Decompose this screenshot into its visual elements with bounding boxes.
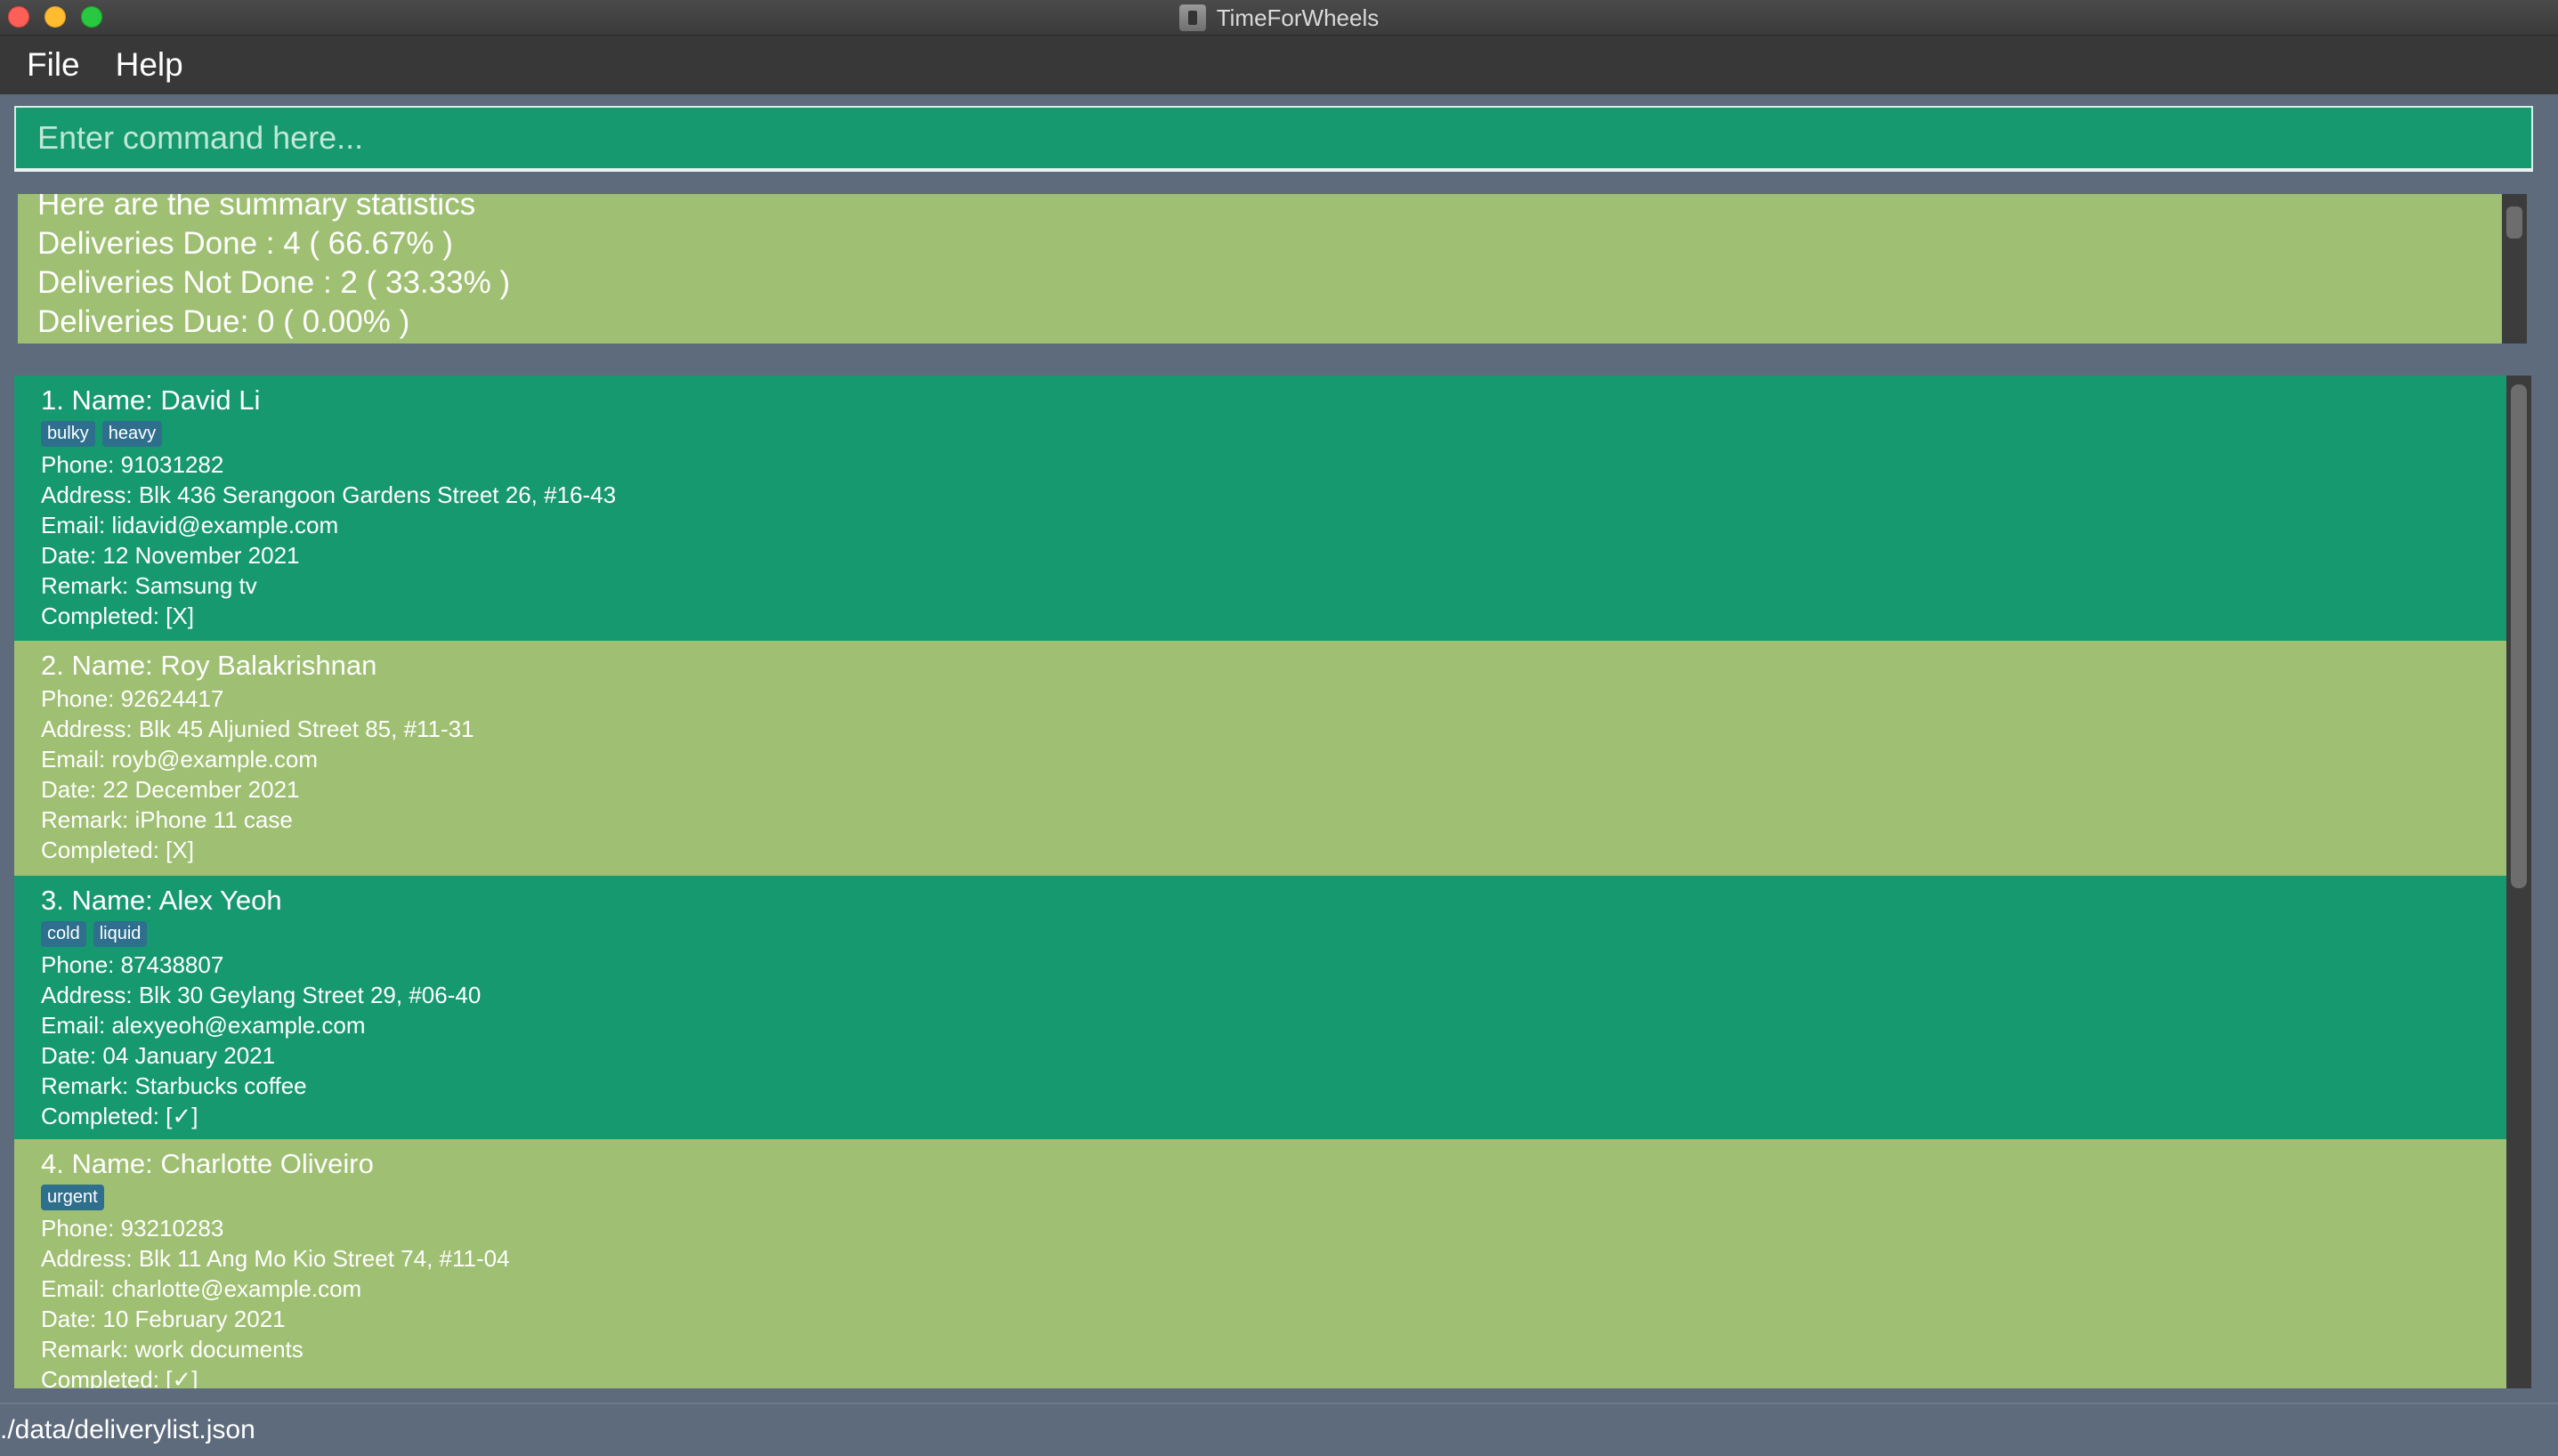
list-scrollbar-thumb[interactable] (2511, 384, 2527, 888)
delivery-phone: Phone: 87438807 (41, 951, 224, 978)
delivery-address: Address: Blk 45 Aljunied Street 85, #11-… (41, 716, 474, 742)
delivery-address: Address: Blk 436 Serangoon Gardens Stree… (41, 481, 617, 508)
delivery-remark: Remark: iPhone 11 case (41, 806, 293, 833)
delivery-card[interactable]: 2. Name: Roy Balakrishnan Phone: 9262441… (14, 641, 2506, 876)
result-scrollbar[interactable] (2502, 194, 2527, 344)
delivery-date: Date: 04 January 2021 (41, 1042, 276, 1069)
delivery-title: 4. Name: Charlotte Oliveiro (41, 1148, 374, 1179)
data-file-path: ./data/deliverylist.json (0, 1415, 255, 1444)
menu-help[interactable]: Help (116, 46, 183, 84)
delivery-card[interactable]: 1. Name: David Li bulky heavy Phone: 910… (14, 376, 2506, 641)
title-bar: TimeForWheels (0, 0, 2558, 36)
tag: urgent (41, 1185, 104, 1210)
delivery-date: Date: 10 February 2021 (41, 1306, 286, 1332)
result-line: Here are the summary statistics (37, 194, 476, 222)
window-title: TimeForWheels (1216, 4, 1380, 31)
delivery-address: Address: Blk 30 Geylang Street 29, #06-4… (41, 982, 482, 1008)
delivery-completed: Completed: [X] (41, 603, 194, 629)
result-scrollbar-thumb[interactable] (2506, 206, 2522, 239)
delivery-date: Date: 12 November 2021 (41, 542, 300, 569)
result-display-pane: Here are the summary statistics Deliveri… (0, 182, 2558, 356)
delivery-title: 2. Name: Roy Balakrishnan (41, 650, 377, 681)
command-pane: Enter command here... (0, 94, 2558, 182)
delivery-completed: Completed: [✓] (41, 1103, 198, 1129)
result-line: Deliveries Due: 0 ( 0.00% ) (37, 304, 410, 339)
delivery-list: 1. Name: David Li bulky heavy Phone: 910… (14, 376, 2506, 1388)
tag: cold (41, 921, 86, 947)
delivery-address: Address: Blk 11 Ang Mo Kio Street 74, #1… (41, 1245, 510, 1272)
delivery-list-pane: 1. Name: David Li bulky heavy Phone: 910… (0, 356, 2558, 1403)
result-display: Here are the summary statistics Deliveri… (18, 194, 2502, 344)
delivery-card[interactable]: 4. Name: Charlotte Oliveiro urgent Phone… (14, 1139, 2506, 1388)
delivery-completed: Completed: [X] (41, 837, 194, 863)
delivery-email: Email: alexyeoh@example.com (41, 1012, 366, 1039)
delivery-remark: Remark: Samsung tv (41, 572, 257, 599)
result-line: Deliveries Done : 4 ( 66.67% ) (37, 226, 453, 261)
window-title-group: TimeForWheels (0, 0, 2558, 36)
delivery-card[interactable]: 3. Name: Alex Yeoh cold liquid Phone: 87… (14, 876, 2506, 1139)
delivery-completed: Completed: [✓] (41, 1366, 198, 1388)
list-scrollbar[interactable] (2506, 376, 2531, 1388)
status-bar: ./data/deliverylist.json (0, 1403, 2558, 1456)
delivery-phone: Phone: 93210283 (41, 1215, 224, 1242)
tag-list: urgent (41, 1185, 2506, 1210)
tag-list: bulky heavy (41, 421, 2506, 447)
delivery-title: 1. Name: David Li (41, 384, 261, 416)
delivery-title: 3. Name: Alex Yeoh (41, 885, 282, 916)
menu-file[interactable]: File (27, 46, 80, 84)
tag: heavy (101, 421, 163, 447)
tag: bulky (41, 421, 95, 447)
delivery-phone: Phone: 91031282 (41, 451, 224, 478)
delivery-remark: Remark: work documents (41, 1336, 304, 1363)
delivery-email: Email: lidavid@example.com (41, 512, 339, 538)
tag: liquid (93, 921, 148, 947)
menu-bar: File Help (0, 36, 2558, 94)
delivery-phone: Phone: 92624417 (41, 685, 224, 712)
delivery-remark: Remark: Starbucks coffee (41, 1072, 307, 1099)
tag-list: cold liquid (41, 921, 2506, 947)
delivery-email: Email: charlotte@example.com (41, 1275, 362, 1302)
result-line: Deliveries Not Done : 2 ( 33.33% ) (37, 265, 511, 300)
app-icon (1178, 4, 1206, 31)
delivery-date: Date: 22 December 2021 (41, 776, 300, 803)
command-input[interactable]: Enter command here... (14, 106, 2533, 172)
delivery-email: Email: royb@example.com (41, 746, 319, 772)
